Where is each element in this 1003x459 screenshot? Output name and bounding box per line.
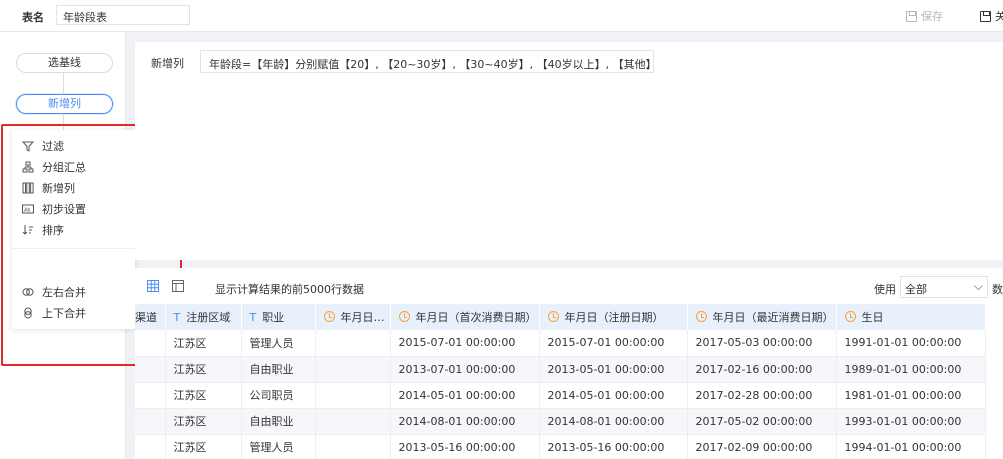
table-cell: 2013-05-16 00:00:00 (390, 434, 540, 459)
preview-info-text: 显示计算结果的前5000行数据 (215, 283, 364, 296)
close-label: 关 (995, 10, 1003, 23)
table-cell: 2017-02-16 00:00:00 (687, 356, 837, 383)
column-header[interactable]: T 注册区域 (165, 304, 242, 330)
table-cell: 自由职业 (241, 408, 316, 435)
column-header[interactable]: 年月日（注册日期） (539, 304, 688, 330)
table-cell (135, 330, 166, 357)
table-cell: 2015-07-01 00:00:00 (390, 330, 540, 357)
table-cell: 江苏区 (165, 408, 242, 435)
table-cell: 2014-05-01 00:00:00 (390, 382, 540, 409)
preview-panel: 显示计算结果的前5000行数据 使用 全部 ⌵ 数 渠道 T 注册区域 T 职业 年… (135, 268, 1003, 459)
table-cell (315, 382, 391, 409)
row-count-label: 数 (992, 283, 1003, 296)
table-row[interactable]: 江苏区 公司职员 2014-05-01 00:00:00 2014-05-01 00:… (135, 382, 986, 409)
save-button[interactable]: 保存 (906, 8, 943, 24)
table-cell: 江苏区 (165, 356, 242, 383)
table-cell: 2017-05-03 00:00:00 (687, 330, 837, 357)
formula-label: 新增列 (151, 57, 184, 70)
table-row[interactable]: 江苏区 自由职业 2014-08-01 00:00:00 2014-08-01 00:… (135, 408, 986, 435)
table-row[interactable]: 江苏区 管理人员 2013-05-16 00:00:00 2013-05-16 00:… (135, 434, 986, 459)
text-type-icon: T (173, 311, 181, 324)
table-cell: 江苏区 (165, 434, 242, 459)
table-cell: 2015-07-01 00:00:00 (539, 330, 688, 357)
column-header[interactable]: 渠道 (135, 304, 166, 330)
table-cell: 2013-07-01 00:00:00 (390, 356, 540, 383)
clock-icon (398, 311, 410, 322)
formula-panel: 新增列 年龄段=【年龄】分别赋值【20】, 【20~30岁】, 【30~40岁】… (135, 42, 1003, 260)
table-cell: 1989-01-01 00:00:00 (836, 356, 986, 383)
column-header[interactable]: T 职业 (241, 304, 316, 330)
table-cell (315, 408, 391, 435)
step-new-column[interactable]: 新增列 (16, 94, 113, 114)
clock-icon (844, 311, 856, 322)
close-button[interactable]: 关 (980, 8, 1003, 24)
table-cell: 2013-05-16 00:00:00 (539, 434, 688, 459)
table-cell: 公司职员 (241, 382, 316, 409)
table-view-icon[interactable] (147, 280, 159, 292)
table-cell (315, 356, 391, 383)
save-label: 保存 (921, 10, 943, 23)
table-row[interactable]: 江苏区 自由职业 2013-07-01 00:00:00 2013-05-01 00:… (135, 356, 986, 383)
preview-toolbar: 显示计算结果的前5000行数据 使用 全部 ⌵ 数 (135, 268, 1003, 304)
chevron-down-icon: ⌵ (973, 279, 983, 293)
table-cell: 2017-02-28 00:00:00 (687, 382, 837, 409)
clock-icon (547, 311, 559, 322)
table-cell (135, 408, 166, 435)
save-icon (906, 10, 917, 22)
column-header[interactable]: 年月日… (315, 304, 391, 330)
save-as-icon (980, 10, 991, 22)
table-cell: 1994-01-01 00:00:00 (836, 434, 986, 459)
table-cell: 自由职业 (241, 356, 316, 383)
table-cell (135, 382, 166, 409)
use-select-value: 全部 (905, 283, 927, 296)
table-row[interactable]: 江苏区 管理人员 2015-07-01 00:00:00 2015-07-01 00:… (135, 330, 986, 357)
table-cell: 1991-01-01 00:00:00 (836, 330, 986, 357)
table-cell: 江苏区 (165, 382, 242, 409)
column-header[interactable]: 年月日（首次消费日期） (390, 304, 540, 330)
table-cell: 江苏区 (165, 330, 242, 357)
table-cell: 1981-01-01 00:00:00 (836, 382, 986, 409)
column-header[interactable]: 年月日（最近消费日期） (687, 304, 837, 330)
table-cell: 管理人员 (241, 330, 316, 357)
table-cell: 2017-02-09 00:00:00 (687, 434, 837, 459)
field-view-icon[interactable] (172, 280, 184, 292)
text-type-icon: T (249, 311, 257, 324)
step-select-baseline[interactable]: 选基线 (16, 53, 113, 73)
table-cell: 2014-05-01 00:00:00 (539, 382, 688, 409)
table-cell (315, 434, 391, 459)
data-table: 渠道 T 注册区域 T 职业 年月日… 年月日（首次消费日期） 年月日（注册日期） … (135, 304, 986, 459)
formula-field[interactable]: 年龄段=【年龄】分别赋值【20】, 【20~30岁】, 【30~40岁】, 【4… (200, 50, 657, 73)
table-cell: 2013-05-01 00:00:00 (539, 356, 688, 383)
table-cell: 2014-08-01 00:00:00 (539, 408, 688, 435)
table-cell: 1993-01-01 00:00:00 (836, 408, 986, 435)
top-bar: 表名 年龄段表 保存 关 (0, 0, 1003, 32)
table-cell: 2017-05-02 00:00:00 (687, 408, 837, 435)
use-select[interactable]: 全部 ⌵ (900, 276, 988, 298)
table-cell: 2014-08-01 00:00:00 (390, 408, 540, 435)
table-name-input[interactable]: 年龄段表 (56, 5, 190, 25)
table-name-label: 表名 (22, 11, 44, 24)
use-label: 使用 (874, 283, 896, 296)
table-cell (135, 356, 166, 383)
table-cell: 管理人员 (241, 434, 316, 459)
table-header-row: 渠道 T 注册区域 T 职业 年月日… 年月日（首次消费日期） 年月日（注册日期） … (135, 304, 986, 330)
clock-icon (323, 311, 335, 322)
clock-icon (695, 311, 707, 322)
table-cell (315, 330, 391, 357)
column-header[interactable]: 生日 (836, 304, 986, 330)
table-cell (135, 434, 166, 459)
